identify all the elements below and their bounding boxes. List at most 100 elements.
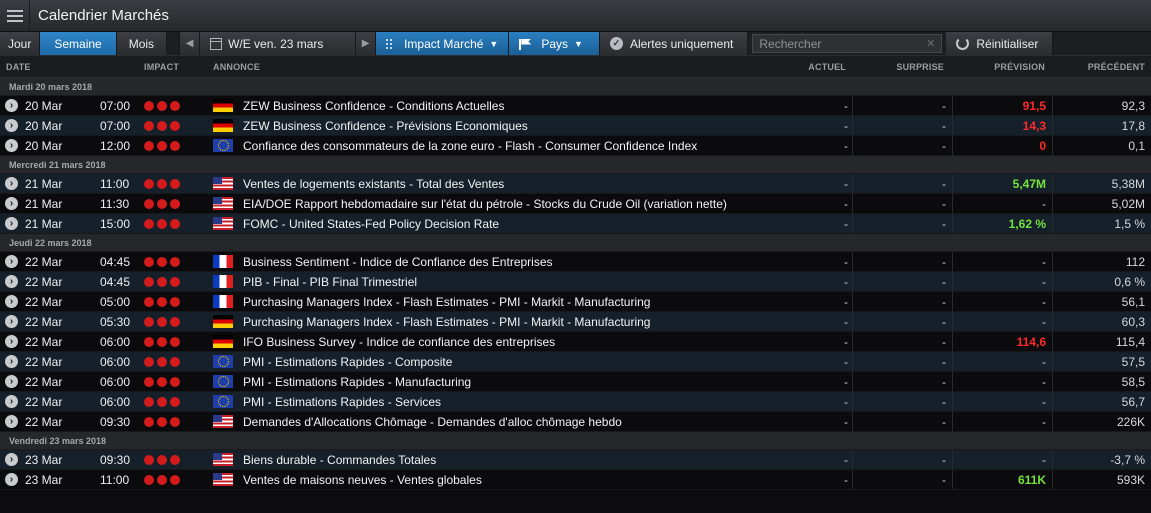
divider (852, 214, 853, 233)
calendar-icon (210, 37, 223, 50)
table-row[interactable]: › 21 Mar 15:00 FOMC - United States-Fed Pol… (0, 214, 1151, 234)
event-title: Ventes de maisons neuves - Ventes global… (243, 472, 482, 487)
event-title: Purchasing Managers Index - Flash Estima… (243, 294, 651, 309)
table-row[interactable]: › 23 Mar 11:00 Ventes de maisons neuves - V… (0, 470, 1151, 490)
event-actual: - (844, 118, 848, 133)
expand-arrow-icon[interactable]: › (5, 295, 18, 308)
table-row[interactable]: › 22 Mar 06:00 PMI - Estimations Rapides - … (0, 372, 1151, 392)
alerts-only-label: Alertes uniquement (629, 36, 734, 51)
divider (852, 312, 853, 331)
date-group-header: Jeudi 22 mars 2018 (0, 234, 1151, 252)
table-row[interactable]: › 22 Mar 06:00 IFO Business Survey - Indice… (0, 332, 1151, 352)
reset-label: Réinitialiser (976, 36, 1039, 51)
expand-arrow-icon[interactable]: › (5, 255, 18, 268)
expand-arrow-icon[interactable]: › (5, 217, 18, 230)
expand-arrow-icon[interactable]: › (5, 395, 18, 408)
event-title: EIA/DOE Rapport hebdomadaire sur l'état … (243, 196, 727, 211)
alerts-only-toggle[interactable]: ✓ Alertes uniquement (599, 32, 749, 55)
table-row[interactable]: › 20 Mar 12:00 Confiance des consommateurs … (0, 136, 1151, 156)
expand-arrow-icon[interactable]: › (5, 315, 18, 328)
country-flag-us-icon (213, 177, 233, 190)
column-header-forecast[interactable]: PRÉVISION (950, 62, 1045, 72)
search-input[interactable] (759, 36, 920, 51)
event-surprise: - (942, 314, 946, 329)
table-row[interactable]: › 22 Mar 05:30 Purchasing Managers Index - … (0, 312, 1151, 332)
table-row[interactable]: › 22 Mar 06:00 PMI - Estimations Rapides - … (0, 352, 1151, 372)
column-header-actual[interactable]: ACTUEL (770, 62, 846, 72)
event-date: 22 Mar (25, 414, 63, 429)
country-filter-dropdown[interactable]: Pays ▼ (509, 32, 600, 55)
event-forecast: - (1042, 314, 1046, 329)
clear-search-icon[interactable]: ✕ (926, 37, 935, 50)
divider (852, 450, 853, 469)
event-forecast: - (1042, 452, 1046, 467)
expand-arrow-icon[interactable]: › (5, 453, 18, 466)
event-previous: 5,38M (1111, 176, 1145, 191)
table-row[interactable]: › 22 Mar 04:45 PIB - Final - PIB Final Trim… (0, 272, 1151, 292)
country-flag-us-icon (213, 453, 233, 466)
impact-high-icon (144, 396, 180, 407)
event-date: 20 Mar (25, 98, 63, 113)
event-actual: - (844, 216, 848, 231)
expand-arrow-icon[interactable]: › (5, 375, 18, 388)
event-date: 22 Mar (25, 354, 63, 369)
expand-arrow-icon[interactable]: › (5, 119, 18, 132)
column-header-date[interactable]: DATE (6, 62, 31, 72)
table-row[interactable]: › 20 Mar 07:00 ZEW Business Confidence - Pr… (0, 116, 1151, 136)
table-row[interactable]: › 22 Mar 04:45 Business Sentiment - Indice … (0, 252, 1151, 272)
search-box: ✕ (752, 34, 943, 53)
event-title: PIB - Final - PIB Final Trimestriel (243, 274, 418, 289)
previous-week-arrow-icon[interactable]: ◀ (180, 32, 201, 55)
column-header-announcement[interactable]: ANNONCE (213, 62, 260, 72)
event-title: ZEW Business Confidence - Conditions Act… (243, 98, 505, 113)
impact-high-icon (144, 296, 180, 307)
event-forecast: 14,3 (1022, 118, 1046, 133)
expand-arrow-icon[interactable]: › (5, 473, 18, 486)
event-previous: 17,8 (1121, 118, 1145, 133)
expand-arrow-icon[interactable]: › (5, 197, 18, 210)
expand-arrow-icon[interactable]: › (5, 177, 18, 190)
event-surprise: - (942, 414, 946, 429)
event-time: 07:00 (100, 98, 131, 113)
event-time: 15:00 (100, 216, 131, 231)
week-selector[interactable]: W/E ven. 23 mars (200, 32, 357, 55)
event-forecast: 114,6 (1016, 334, 1046, 349)
divider (852, 392, 853, 411)
table-row[interactable]: › 22 Mar 05:00 Purchasing Managers Index - … (0, 292, 1151, 312)
expand-arrow-icon[interactable]: › (5, 415, 18, 428)
table-row[interactable]: › 21 Mar 11:30 EIA/DOE Rapport hebdomadaire… (0, 194, 1151, 214)
table-row[interactable]: › 22 Mar 09:30 Demandes d'Allocations Chôma… (0, 412, 1151, 432)
event-time: 04:45 (100, 254, 131, 269)
column-header-surprise[interactable]: SURPRISE (850, 62, 944, 72)
tab-month[interactable]: Mois (116, 32, 168, 55)
impact-filter-dropdown[interactable]: Impact Marché ▼ (376, 32, 510, 55)
event-title: Ventes de logements existants - Total de… (243, 176, 505, 191)
impact-high-icon (144, 316, 180, 327)
next-week-arrow-icon[interactable]: ▶ (356, 32, 377, 55)
expand-arrow-icon[interactable]: › (5, 275, 18, 288)
expand-arrow-icon[interactable]: › (5, 335, 18, 348)
expand-arrow-icon[interactable]: › (5, 139, 18, 152)
table-row[interactable]: › 21 Mar 11:00 Ventes de logements existant… (0, 174, 1151, 194)
event-date: 22 Mar (25, 394, 63, 409)
column-headers: DATE IMPACT ANNONCE ACTUEL SURPRISE PRÉV… (0, 56, 1151, 78)
divider (852, 252, 853, 271)
divider (852, 332, 853, 351)
event-forecast: - (1042, 294, 1046, 309)
column-header-previous[interactable]: PRÉCÉDENT (1050, 62, 1145, 72)
event-time: 05:00 (100, 294, 131, 309)
expand-arrow-icon[interactable]: › (5, 99, 18, 112)
country-flag-de-icon (213, 315, 233, 328)
table-row[interactable]: › 23 Mar 09:30 Biens durable - Commandes To… (0, 450, 1151, 470)
reset-button[interactable]: Réinitialiser (946, 32, 1054, 55)
tab-day[interactable]: Jour (0, 32, 41, 55)
table-row[interactable]: › 20 Mar 07:00 ZEW Business Confidence - Co… (0, 96, 1151, 116)
tab-week[interactable]: Semaine (40, 32, 117, 55)
table-row[interactable]: › 22 Mar 06:00 PMI - Estimations Rapides - … (0, 392, 1151, 412)
expand-arrow-icon[interactable]: › (5, 355, 18, 368)
divider (852, 96, 853, 115)
event-actual: - (844, 374, 848, 389)
market-calendar-window: Calendrier Marchés Jour Semaine Mois ◀ W… (0, 0, 1151, 513)
hamburger-menu-icon[interactable] (0, 0, 30, 32)
column-header-impact[interactable]: IMPACT (144, 62, 179, 72)
